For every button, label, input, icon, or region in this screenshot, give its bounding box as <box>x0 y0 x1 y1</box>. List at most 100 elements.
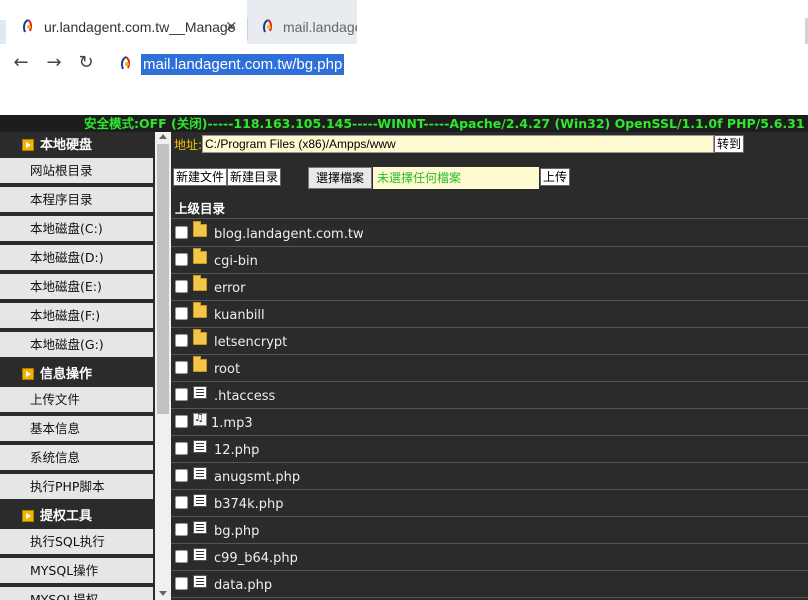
scrollbar-thumb[interactable] <box>157 144 169 414</box>
file-row[interactable]: blog.landagent.com.tw <box>171 220 808 247</box>
sidebar-item[interactable]: MYSQL提权 <box>0 587 153 600</box>
file-row[interactable]: bg.php <box>171 517 808 544</box>
document-icon <box>193 386 207 399</box>
sidebar-item-label: 执行SQL执行 <box>30 534 105 549</box>
choose-file-button[interactable]: 選擇檔案 <box>308 167 373 189</box>
file-name-link[interactable]: data.php <box>214 578 272 593</box>
server-status-bar: 安全模式:OFF (关闭)-----118.163.105.145-----WI… <box>0 115 808 132</box>
file-name-link[interactable]: .htaccess <box>214 389 275 404</box>
scroll-up-arrow-icon[interactable] <box>159 134 167 139</box>
file-name-link[interactable]: error <box>214 281 245 296</box>
scroll-down-arrow-icon[interactable] <box>159 591 167 596</box>
site-favicon-icon <box>263 19 273 33</box>
site-favicon-icon <box>121 56 131 70</box>
sidebar-section-header: 本地硬盘 <box>0 132 155 159</box>
file-checkbox[interactable] <box>175 253 188 266</box>
file-manager-panel: 地址: C:/Program Files (x86)/Ampps/www 转到 … <box>171 132 808 600</box>
file-row[interactable]: .htaccess <box>171 382 808 409</box>
back-arrow-icon[interactable]: ← <box>10 52 32 74</box>
file-name-link[interactable]: c99_b64.php <box>214 551 298 566</box>
url-text[interactable]: mail.landagent.com.tw/bg.php <box>141 54 345 75</box>
sidebar-item[interactable]: 本地磁盘(G:) <box>0 332 153 359</box>
file-name-link[interactable]: blog.landagent.com.tw <box>214 227 364 242</box>
path-input[interactable]: C:/Program Files (x86)/Ampps/www <box>202 135 714 153</box>
document-icon <box>193 575 207 588</box>
file-row[interactable]: c99_b64.php <box>171 544 808 571</box>
sidebar-menu: 本地硬盘 网站根目录 本程序目录本地磁盘(C:) 本地磁盘(D:) 本地磁盘(E:) 本地… <box>0 132 155 600</box>
site-favicon-icon <box>23 19 33 33</box>
browser-tab-active[interactable]: ur.landagent.com.tw__Manage × <box>0 0 247 44</box>
folder-icon <box>193 329 207 345</box>
file-checkbox[interactable] <box>175 280 188 293</box>
file-name-link[interactable]: 12.php <box>214 443 259 458</box>
file-row[interactable]: 12.php <box>171 436 808 463</box>
forward-arrow-icon[interactable]: → <box>43 52 65 74</box>
tab-edge <box>0 20 6 44</box>
file-checkbox[interactable] <box>175 442 188 455</box>
sidebar-item-label: 本地磁盘(C:) <box>30 221 103 236</box>
document-icon <box>193 548 207 561</box>
file-checkbox[interactable] <box>175 523 188 536</box>
sidebar-item[interactable]: 执行SQL执行 <box>0 529 153 556</box>
file-row[interactable]: cgi-bin <box>171 247 808 274</box>
sidebar-item[interactable]: 执行PHP脚本 <box>0 474 153 501</box>
sidebar-item[interactable]: MYSQL操作 <box>0 558 153 585</box>
sidebar-item[interactable]: 本程序目录 <box>0 187 153 214</box>
parent-dir-link[interactable]: 上级目录 <box>175 198 225 217</box>
section-label: 提权工具 <box>40 509 93 524</box>
file-name-link[interactable]: root <box>214 362 240 377</box>
new-file-button[interactable]: 新建文件 <box>173 168 228 186</box>
go-button[interactable]: 转到 <box>714 135 745 153</box>
sidebar-item-label: 本地磁盘(F:) <box>30 308 101 323</box>
file-checkbox[interactable] <box>175 334 188 347</box>
file-row[interactable]: error <box>171 274 808 301</box>
browser-tab-inactive[interactable]: mail.landage <box>247 0 357 44</box>
tab-close-icon[interactable]: × <box>225 17 238 35</box>
file-checkbox[interactable] <box>175 496 188 509</box>
upload-button[interactable]: 上传 <box>540 168 571 186</box>
file-checkbox[interactable] <box>175 415 188 428</box>
document-icon <box>193 467 207 480</box>
file-name-link[interactable]: bg.php <box>214 524 259 539</box>
file-row[interactable]: letsencrypt <box>171 328 808 355</box>
file-row[interactable]: data.php <box>171 571 808 598</box>
new-dir-button[interactable]: 新建目录 <box>227 168 282 186</box>
section-bullet-icon <box>22 368 34 380</box>
file-row[interactable]: b374k.php <box>171 490 808 517</box>
sidebar-item[interactable]: 本地磁盘(F:) <box>0 303 153 330</box>
file-checkbox[interactable] <box>175 577 188 590</box>
file-name-link[interactable]: b374k.php <box>214 497 283 512</box>
file-checkbox[interactable] <box>175 307 188 320</box>
file-name-link[interactable]: letsencrypt <box>214 335 287 350</box>
file-name-link[interactable]: cgi-bin <box>214 254 258 269</box>
sidebar-item-label: 本地磁盘(E:) <box>30 279 102 294</box>
sidebar-scrollbar[interactable] <box>155 132 171 600</box>
file-row[interactable]: anugsmt.php <box>171 463 808 490</box>
file-name-link[interactable]: anugsmt.php <box>214 470 300 485</box>
address-bar[interactable]: mail.landagent.com.tw/bg.php <box>108 49 358 79</box>
file-checkbox[interactable] <box>175 550 188 563</box>
document-icon <box>193 440 207 453</box>
folder-icon <box>193 275 207 291</box>
sidebar-item[interactable]: 基本信息 <box>0 416 153 443</box>
file-name-link[interactable]: 1.mp3 <box>211 416 253 431</box>
sidebar-item[interactable]: 网站根目录 <box>0 158 153 185</box>
sidebar-item[interactable]: 本地磁盘(E:) <box>0 274 153 301</box>
file-checkbox[interactable] <box>175 388 188 401</box>
file-row[interactable]: root <box>171 355 808 382</box>
sidebar-item[interactable]: 本地磁盘(D:) <box>0 245 153 272</box>
sidebar-item-label: 系统信息 <box>30 450 81 465</box>
sidebar-item[interactable]: 本地磁盘(C:) <box>0 216 153 243</box>
sidebar-item-label: MYSQL操作 <box>30 563 99 578</box>
folder-icon <box>193 221 207 237</box>
sidebar-item[interactable]: 上传文件 <box>0 387 153 414</box>
file-row[interactable]: kuanbill <box>171 301 808 328</box>
file-checkbox[interactable] <box>175 226 188 239</box>
sidebar-item-label: 本地磁盘(D:) <box>30 250 104 265</box>
file-row[interactable]: 1.mp3 <box>171 409 808 436</box>
file-name-link[interactable]: kuanbill <box>214 308 265 323</box>
file-checkbox[interactable] <box>175 469 188 482</box>
file-checkbox[interactable] <box>175 361 188 374</box>
reload-icon[interactable]: ↻ <box>75 52 97 74</box>
sidebar-item[interactable]: 系统信息 <box>0 445 153 472</box>
